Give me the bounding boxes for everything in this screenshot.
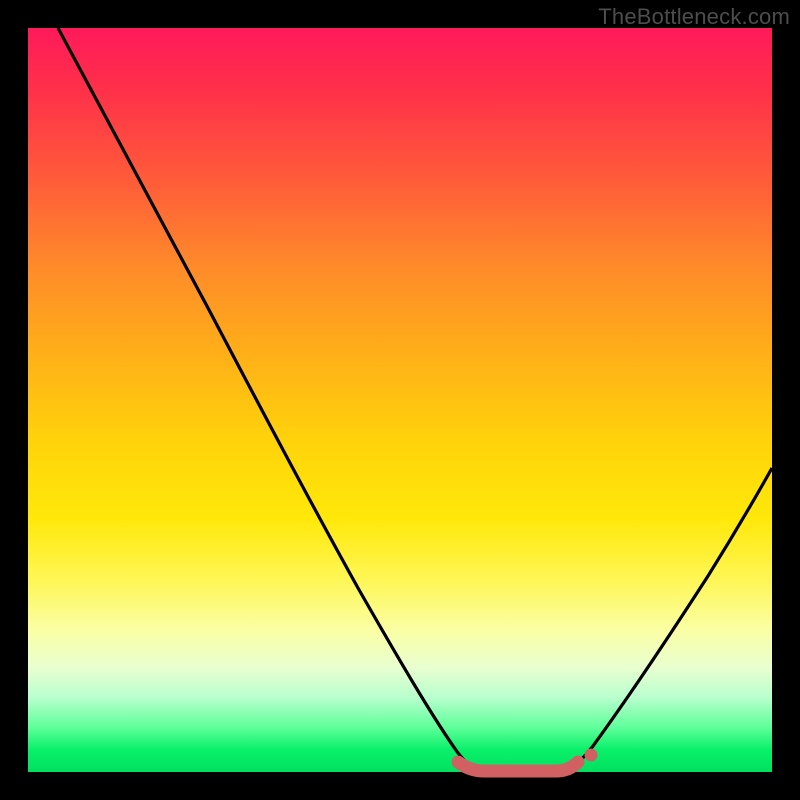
marker-dot: [585, 749, 598, 762]
curve-layer: [28, 28, 772, 772]
chart-frame: TheBottleneck.com: [0, 0, 800, 800]
watermark-text: TheBottleneck.com: [598, 4, 790, 30]
plot-area: [28, 28, 772, 772]
optimal-range-marker: [458, 762, 578, 771]
bottleneck-curve: [58, 28, 772, 771]
